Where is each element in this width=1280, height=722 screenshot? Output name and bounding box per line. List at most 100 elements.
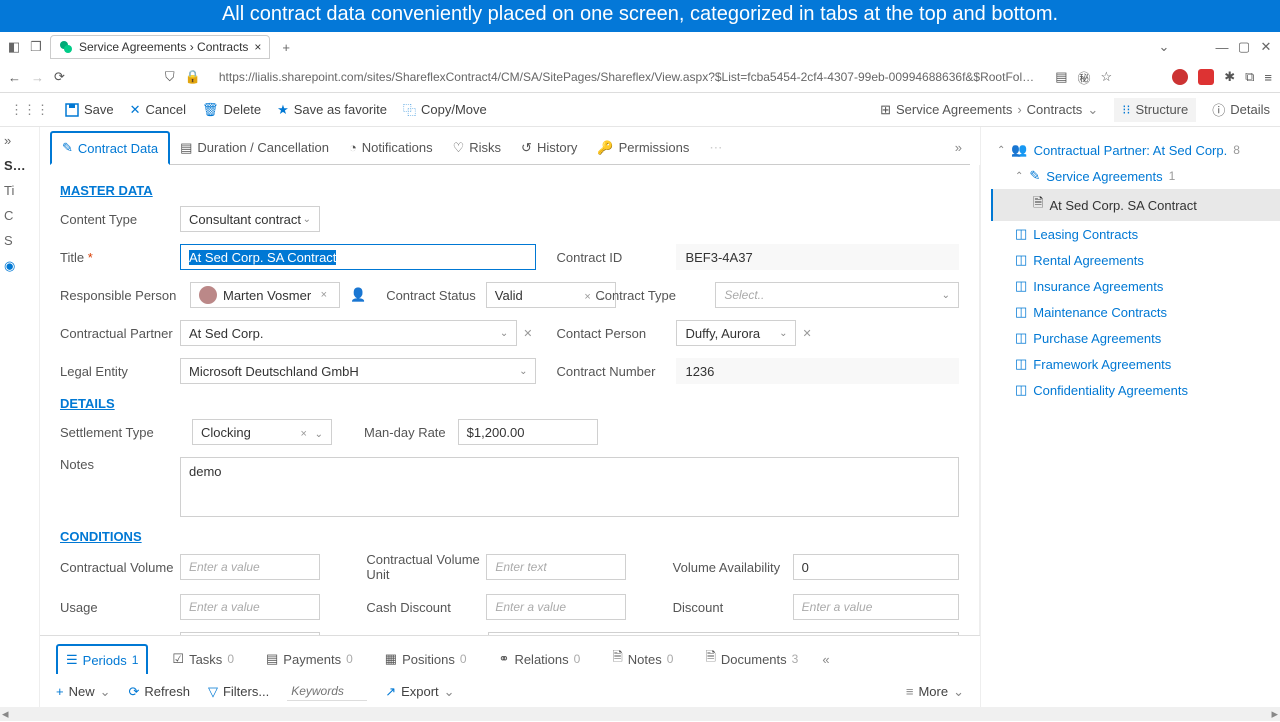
browser-chrome: ◧ ❐ Service Agreements › Contracts × + ⌄… xyxy=(0,32,1280,93)
tree-maintenance[interactable]: ◫Maintenance Contracts xyxy=(991,299,1280,325)
contract-number-value[interactable]: 1236 xyxy=(676,358,959,384)
feature-banner: All contract data conveniently placed on… xyxy=(0,0,1280,32)
tree-service-agreements[interactable]: ⌃✎Service Agreements1 xyxy=(991,163,1280,189)
settlement-type-label: Settlement Type xyxy=(60,425,180,440)
reader-icon[interactable]: ▤ xyxy=(1055,69,1067,85)
delete-button[interactable]: 🗑Delete xyxy=(202,102,261,118)
minimize-icon[interactable]: — xyxy=(1214,39,1230,55)
keywords-input[interactable] xyxy=(287,682,367,701)
settlement-type-select[interactable]: Clocking× ⌄ xyxy=(192,419,332,445)
clear-icon[interactable]: × xyxy=(317,289,331,301)
contractual-volume-input[interactable]: Enter a value xyxy=(180,554,320,580)
sharepoint-icon xyxy=(59,40,73,54)
favorite-button[interactable]: ★Save as favorite xyxy=(277,102,387,118)
tab-duration[interactable]: ▤Duration / Cancellation xyxy=(170,133,339,163)
manday-rate-input[interactable]: $1,200.00 xyxy=(458,419,598,445)
notes-textarea[interactable]: demo xyxy=(180,457,959,517)
tree-leasing[interactable]: ◫Leasing Contracts xyxy=(991,221,1280,247)
refresh-list-button[interactable]: ⟳Refresh xyxy=(129,684,190,700)
section-master-data: MASTER DATA xyxy=(60,183,959,198)
form-area: MASTER DATA Content Type Consultant cont… xyxy=(40,165,980,635)
new-button[interactable]: +New⌄ xyxy=(56,684,111,700)
ext-icon-1[interactable] xyxy=(1172,69,1188,85)
window-icon: ◧ xyxy=(6,39,22,55)
tab-notifications[interactable]: ◔Notifications xyxy=(339,133,443,162)
tab-documents[interactable]: 🗎Documents3 xyxy=(697,642,806,676)
volume-availability-input[interactable]: 0 xyxy=(793,554,959,580)
ext-icon-3[interactable]: ✱ xyxy=(1224,69,1235,85)
menu-icon[interactable]: ≡ xyxy=(1264,70,1272,85)
cash-discount-label: Cash Discount xyxy=(366,600,486,615)
tree-confidentiality[interactable]: ◫Confidentiality Agreements xyxy=(991,377,1280,403)
tab-more[interactable]: ⋯ xyxy=(699,133,732,163)
collapse-icon[interactable]: » xyxy=(955,140,970,155)
filters-button[interactable]: ▽Filters... xyxy=(208,684,269,700)
tree-rental[interactable]: ◫Rental Agreements xyxy=(991,247,1280,273)
discount-label: Discount xyxy=(673,600,793,615)
tab-relations[interactable]: ⚭Relations0 xyxy=(491,645,589,673)
tree-insurance[interactable]: ◫Insurance Agreements xyxy=(991,273,1280,299)
shield-icon[interactable]: ⛉ xyxy=(165,69,175,85)
close-window-icon[interactable]: ✕ xyxy=(1258,39,1274,55)
tab-contract-data[interactable]: ✎Contract Data xyxy=(50,131,170,165)
address-bar[interactable]: https://lialis.sharepoint.com/sites/Shar… xyxy=(211,70,1045,84)
tab-risks[interactable]: ♡Risks xyxy=(443,133,511,163)
contract-id-value: BEF3-4A37 xyxy=(676,244,959,270)
app-toolbar: ⋮⋮⋮ Save ✕Cancel 🗑Delete ★Save as favori… xyxy=(0,93,1280,127)
tab-tasks[interactable]: ☑Tasks0 xyxy=(164,645,242,673)
contract-number-label: Contract Number xyxy=(556,364,676,379)
contractual-volume-unit-input[interactable]: Enter text xyxy=(486,554,626,580)
tab-payments[interactable]: ▤Payments0 xyxy=(258,645,361,673)
responsible-person-chip[interactable]: Marten Vosmer × xyxy=(190,282,340,308)
clear-partner-icon[interactable]: ✕ xyxy=(517,327,536,340)
contract-type-select[interactable]: Select..⌄ xyxy=(715,282,959,308)
people-picker-icon[interactable]: 👤 xyxy=(350,287,366,303)
bottom-toolbar: +New⌄ ⟳Refresh ▽Filters... ↗Export⌄ ≡Mor… xyxy=(40,676,980,707)
tree-current-contract[interactable]: 🗎At Sed Corp. SA Contract xyxy=(991,189,1280,221)
star-icon[interactable]: ☆ xyxy=(1101,69,1113,85)
browser-tab[interactable]: Service Agreements › Contracts × xyxy=(50,35,270,59)
title-input[interactable]: At Sed Corp. SA Contract xyxy=(180,244,536,270)
tab-history[interactable]: ↺History xyxy=(511,133,587,163)
volume-availability-label: Volume Availability xyxy=(673,560,793,575)
tree-partner[interactable]: ⌃👥Contractual Partner: At Sed Corp.8 xyxy=(991,137,1280,163)
contractual-partner-select[interactable]: At Sed Corp.⌄ xyxy=(180,320,517,346)
apps-icon[interactable]: ⋮⋮⋮ xyxy=(10,102,49,118)
maximize-icon[interactable]: ▢ xyxy=(1236,39,1252,55)
cash-discount-input[interactable]: Enter a value xyxy=(486,594,626,620)
usage-input[interactable]: Enter a value xyxy=(180,594,320,620)
tab-positions[interactable]: ▦Positions0 xyxy=(377,645,475,673)
ext-icon-2[interactable] xyxy=(1198,69,1214,85)
contact-person-select[interactable]: Duffy, Aurora⌄ xyxy=(676,320,796,346)
contract-status-label: Contract Status xyxy=(386,288,476,303)
legal-entity-label: Legal Entity xyxy=(60,364,180,379)
content-type-select[interactable]: Consultant contract⌄ xyxy=(180,206,320,232)
save-button[interactable]: Save xyxy=(65,102,114,117)
refresh-button[interactable]: ⟳ xyxy=(54,69,65,85)
scrollbar[interactable]: ◂▸ xyxy=(0,707,1280,721)
more-button[interactable]: ≡More⌄ xyxy=(906,684,964,700)
tree-framework[interactable]: ◫Framework Agreements xyxy=(991,351,1280,377)
contract-type-label: Contract Type xyxy=(595,288,715,303)
structure-button[interactable]: ⁝⁝Structure xyxy=(1114,98,1196,122)
tab-permissions[interactable]: 🔑Permissions xyxy=(587,133,699,163)
collapse-bottom-icon[interactable]: « xyxy=(822,652,829,667)
clear-contact-icon[interactable]: ✕ xyxy=(796,327,815,340)
copymove-button[interactable]: ⿻Copy/Move xyxy=(403,100,487,119)
section-details: DETAILS xyxy=(60,396,959,411)
extensions-icon[interactable]: ⧉ xyxy=(1245,69,1254,85)
details-button[interactable]: ⓘDetails xyxy=(1212,100,1270,119)
discount-input[interactable]: Enter a value xyxy=(793,594,959,620)
cancel-button[interactable]: ✕Cancel xyxy=(130,102,186,118)
dropdown-icon[interactable]: ⌄ xyxy=(1156,39,1172,55)
new-tab-button[interactable]: + xyxy=(276,38,296,57)
tree-purchase[interactable]: ◫Purchase Agreements xyxy=(991,325,1280,351)
breadcrumb[interactable]: ⊞Service Agreements ›Contracts ⌄ xyxy=(880,102,1098,118)
translate-icon[interactable]: ㊙ xyxy=(1078,68,1091,87)
legal-entity-select[interactable]: Microsoft Deutschland GmbH⌄ xyxy=(180,358,536,384)
close-tab-icon[interactable]: × xyxy=(254,40,261,54)
export-button[interactable]: ↗Export⌄ xyxy=(385,684,454,700)
tab-periods[interactable]: ☰Periods1 xyxy=(56,644,148,674)
back-button[interactable]: ← xyxy=(8,70,21,85)
tab-notes[interactable]: 🗎Notes0 xyxy=(604,642,681,676)
